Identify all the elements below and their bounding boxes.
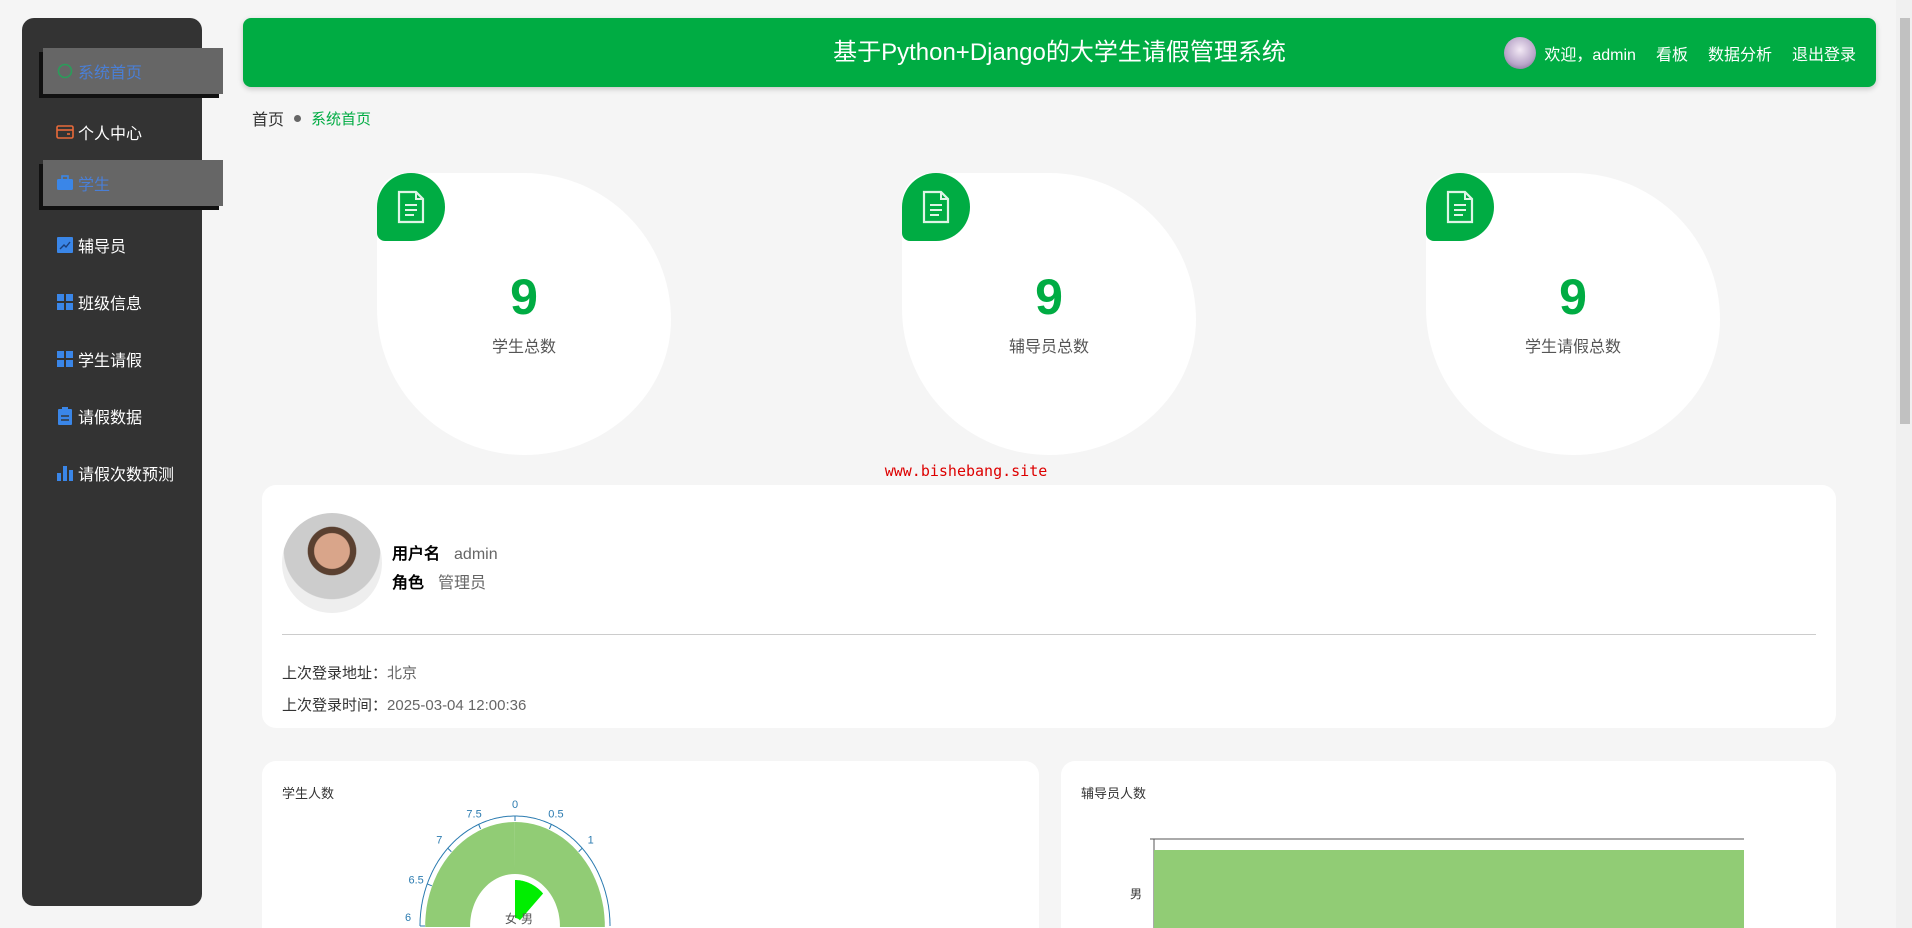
sidebar-item-5[interactable]: 学生请假 <box>22 336 202 382</box>
username-value: admin <box>454 546 498 563</box>
stat-card: 9 学生总数 <box>377 173 671 455</box>
nav-dashboard-link[interactable]: 看板 <box>1656 41 1688 65</box>
stat-card: 9 辅导员总数 <box>902 173 1196 455</box>
divider <box>282 634 1816 635</box>
stat-label: 学生请假总数 <box>1524 339 1621 356</box>
angle-tick-label: 7 <box>436 835 442 847</box>
document-icon <box>1426 173 1494 241</box>
last-time-value: 2025-03-04 12:00:36 <box>387 697 527 714</box>
sidebar-item-label: 班级信息 <box>78 296 143 314</box>
sidebar-item-label: 学生请假 <box>78 353 143 370</box>
username-label: 用户名 <box>392 546 441 563</box>
clipboard-icon <box>56 406 74 425</box>
category-label: 男 <box>521 912 533 926</box>
grid-icon <box>56 350 74 368</box>
home-icon <box>56 62 74 80</box>
polar-chart: 0 0.5 1 6 6.5 7 7.5 男女 <box>405 799 611 927</box>
stat-label: 辅导员总数 <box>1008 339 1089 356</box>
angle-tick <box>447 847 452 853</box>
profile-avatar <box>282 513 382 613</box>
profile-card: 用户名 admin 角色 管理员 上次登录地址：北京 上次登录时间：2025-03-… <box>262 485 1836 728</box>
sidebar-item-label: 请假数据 <box>78 409 143 427</box>
sidebar-item-6[interactable]: 请假数据 <box>22 393 202 439</box>
breadcrumb-home[interactable]: 首页 <box>252 106 284 130</box>
category-label: 女 <box>505 911 517 926</box>
stat-label: 学生总数 <box>491 339 556 356</box>
logout-link[interactable]: 退出登录 <box>1792 41 1856 65</box>
sidebar-item-label: 个人中心 <box>78 125 143 143</box>
angle-tick-label: 6.5 <box>408 874 423 886</box>
angle-tick-label: 7.5 <box>466 808 481 820</box>
angle-tick-label: 6 <box>405 912 411 924</box>
stat-card: 9 学生请假总数 <box>1426 173 1720 455</box>
breadcrumb-separator <box>294 114 302 122</box>
last-login-time: 上次登录时间：2025-03-04 12:00:36 <box>282 694 526 715</box>
sidebar-item-4[interactable]: 班级信息 <box>22 279 202 325</box>
sidebar-item-label: 学生 <box>78 177 111 194</box>
angle-tick <box>578 847 583 853</box>
last-time-label: 上次登录时间： <box>282 697 388 714</box>
grid-icon <box>56 293 74 311</box>
breadcrumb: 首页 系统首页 <box>252 106 371 130</box>
welcome-text: 欢迎，admin <box>1544 46 1636 64</box>
wallet-icon <box>56 123 74 141</box>
scrollbar-thumb[interactable] <box>1900 18 1910 424</box>
role-row: 角色 管理员 <box>392 569 486 593</box>
nav-analysis-link[interactable]: 数据分析 <box>1708 41 1772 65</box>
angle-tick <box>548 824 552 830</box>
scrollbar[interactable] <box>1896 0 1912 928</box>
stat-value: 9 <box>1559 269 1587 325</box>
bar-chart: 男 <box>1130 838 1744 928</box>
student-count-chart-card: 学生人数 0 0.5 1 6 6.5 7 7.5 男女 <box>262 761 1039 928</box>
angle-tick-label: 0.5 <box>548 808 563 820</box>
document-icon <box>377 173 445 241</box>
angle-tick <box>427 883 433 887</box>
stat-value: 9 <box>510 269 538 325</box>
stat-value: 9 <box>1035 269 1063 325</box>
bar[interactable] <box>1154 850 1744 928</box>
role-label: 角色 <box>392 575 425 592</box>
counselor-count-chart-card: 辅导员人数 男 <box>1061 761 1836 928</box>
angle-tick <box>478 824 482 830</box>
sidebar-item-0[interactable]: 系统首页 <box>43 48 223 94</box>
sidebar-item-3[interactable]: 辅导员 <box>22 222 202 268</box>
angle-tick-label: 0 <box>512 799 518 811</box>
briefcase-icon <box>56 174 74 192</box>
chart-line-icon <box>56 236 74 254</box>
last-addr-value: 北京 <box>387 665 418 682</box>
sidebar-item-label: 系统首页 <box>78 65 143 82</box>
sidebar-item-2[interactable]: 学生 <box>43 160 223 206</box>
username-row: 用户名 admin <box>392 540 498 564</box>
sidebar-item-label: 辅导员 <box>78 239 127 257</box>
user-avatar[interactable] <box>1504 36 1537 69</box>
watermark: www.bishebang.site <box>884 462 1048 480</box>
breadcrumb-current: 系统首页 <box>311 110 372 128</box>
sidebar-item-1[interactable]: 个人中心 <box>22 109 202 155</box>
top-header: 基于Python+Django的大学生请假管理系统 欢迎，admin 看板 数据… <box>243 18 1876 87</box>
document-icon <box>902 173 970 241</box>
last-login-address: 上次登录地址：北京 <box>282 662 417 683</box>
angle-tick-label: 1 <box>588 835 594 847</box>
last-addr-label: 上次登录地址： <box>282 665 388 682</box>
y-tick-label: 男 <box>1130 887 1142 901</box>
role-value: 管理员 <box>438 575 487 592</box>
